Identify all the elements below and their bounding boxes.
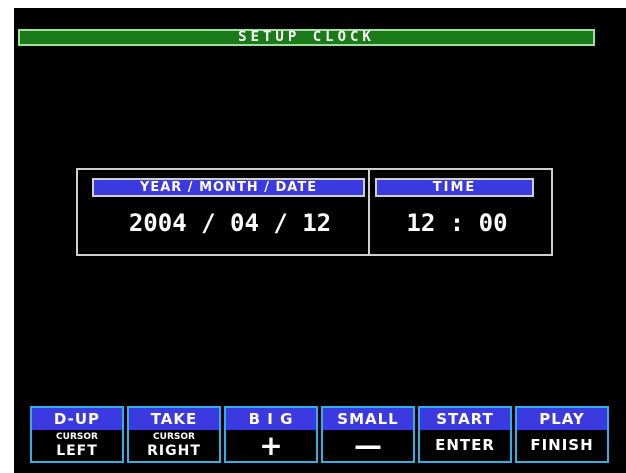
key-main-label: FINISH [530,436,594,454]
key-top-label: B I G [226,408,316,430]
plus-icon: + [259,429,283,462]
key-sub-label: CURSOR [153,432,195,442]
key-bottom: CURSOR LEFT [32,430,122,461]
key-bottom: — [323,430,413,461]
key-top-label: START [420,408,510,430]
key-sub-label: CURSOR [56,432,98,442]
take-cursor-right-key[interactable]: TAKE CURSOR RIGHT [127,406,221,463]
clock-panel: YEAR / MONTH / DATE TIME 2004 / 04 / 12 … [76,168,553,256]
key-main-label: RIGHT [147,443,201,459]
key-top-label: SMALL [323,408,413,430]
key-top-label: TAKE [129,408,219,430]
setup-clock-title-bar: SETUP CLOCK [18,29,595,46]
key-main-label: LEFT [56,443,98,459]
date-header: YEAR / MONTH / DATE [92,178,365,197]
page-title: SETUP CLOCK [238,29,375,45]
key-top-label: PLAY [517,408,607,430]
key-bottom: CURSOR RIGHT [129,430,219,461]
key-top-label: D-UP [32,408,122,430]
key-bottom: FINISH [517,430,607,461]
key-main-label: ENTER [435,436,495,454]
play-finish-key[interactable]: PLAY FINISH [515,406,609,463]
big-plus-key[interactable]: B I G + [224,406,318,463]
minus-icon: — [354,429,382,462]
date-value-field[interactable]: 2004 / 04 / 12 [96,208,364,238]
key-bottom: ENTER [420,430,510,461]
small-minus-key[interactable]: SMALL — [321,406,415,463]
time-value-field[interactable]: 12 : 00 [377,208,537,238]
d-up-cursor-left-key[interactable]: D-UP CURSOR LEFT [30,406,124,463]
time-header: TIME [375,178,534,197]
panel-divider [368,170,370,254]
key-bottom: + [226,430,316,461]
start-enter-key[interactable]: START ENTER [418,406,512,463]
